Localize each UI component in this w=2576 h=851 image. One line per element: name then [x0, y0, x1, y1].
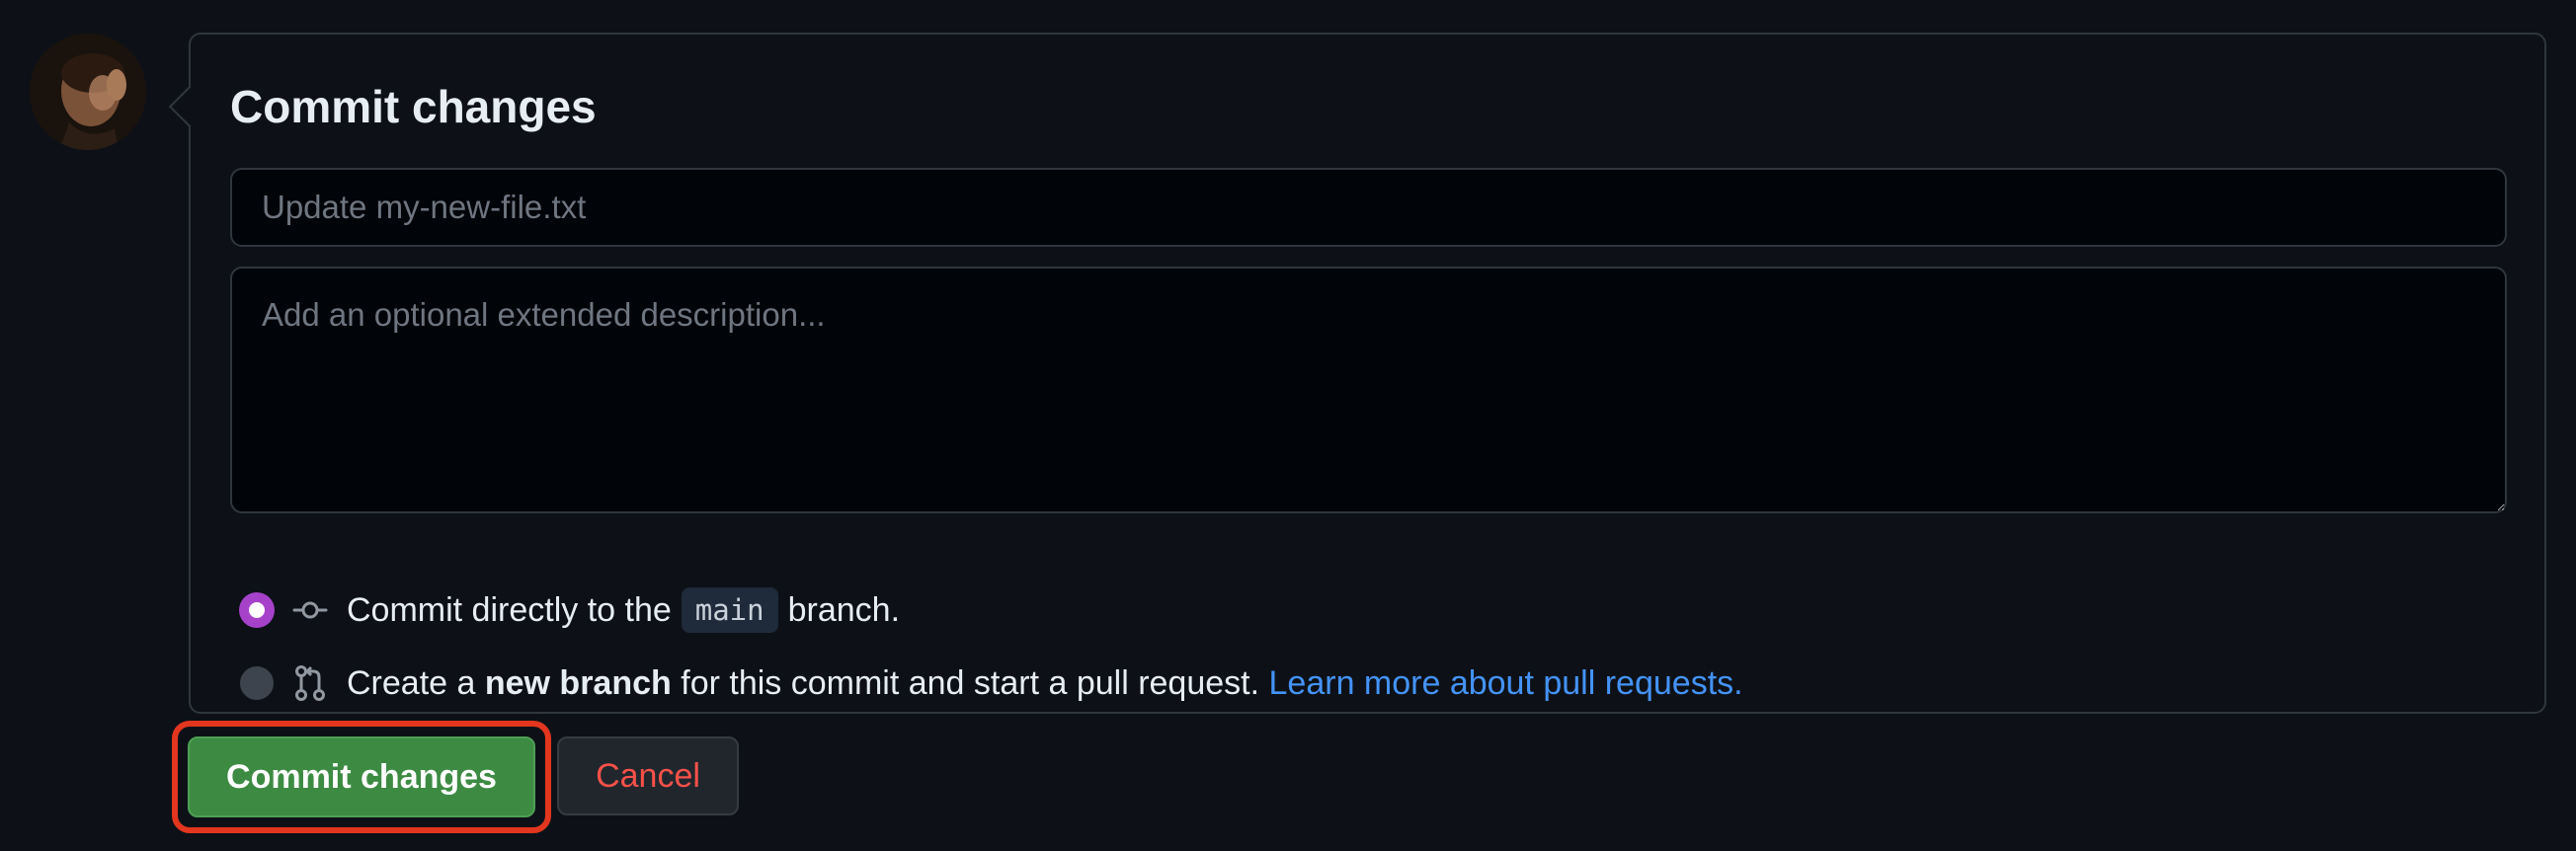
new-branch-text-after: for this commit and start a pull request…: [681, 663, 1260, 702]
commit-direct-text-before: Commit directly to the: [347, 590, 672, 629]
cancel-button[interactable]: Cancel: [557, 736, 739, 815]
avatar: [30, 34, 146, 150]
branch-name: main: [681, 587, 778, 633]
commit-summary-input[interactable]: [230, 168, 2507, 247]
commit-changes-button[interactable]: Commit changes: [188, 736, 535, 817]
new-branch-radio[interactable]: [240, 666, 274, 700]
avatar-portrait: [30, 34, 146, 150]
commit-direct-option[interactable]: Commit directly to the main branch.: [240, 585, 900, 635]
git-pull-request-icon: [289, 662, 331, 704]
commit-description-textarea[interactable]: [230, 267, 2507, 513]
new-branch-bold: new branch: [484, 663, 672, 702]
commit-direct-text-after: branch.: [787, 590, 901, 629]
commit-direct-radio[interactable]: [240, 593, 274, 627]
learn-more-pull-requests-link[interactable]: Learn more about pull requests.: [1269, 664, 1743, 703]
new-branch-option[interactable]: Create a new branch for this commit and …: [240, 658, 1743, 708]
new-branch-text-before: Create a: [347, 663, 476, 702]
commit-form: Commit changes Commit directly to the ma…: [189, 33, 2546, 714]
commit-form-title: Commit changes: [230, 81, 597, 132]
git-commit-icon: [289, 589, 331, 631]
